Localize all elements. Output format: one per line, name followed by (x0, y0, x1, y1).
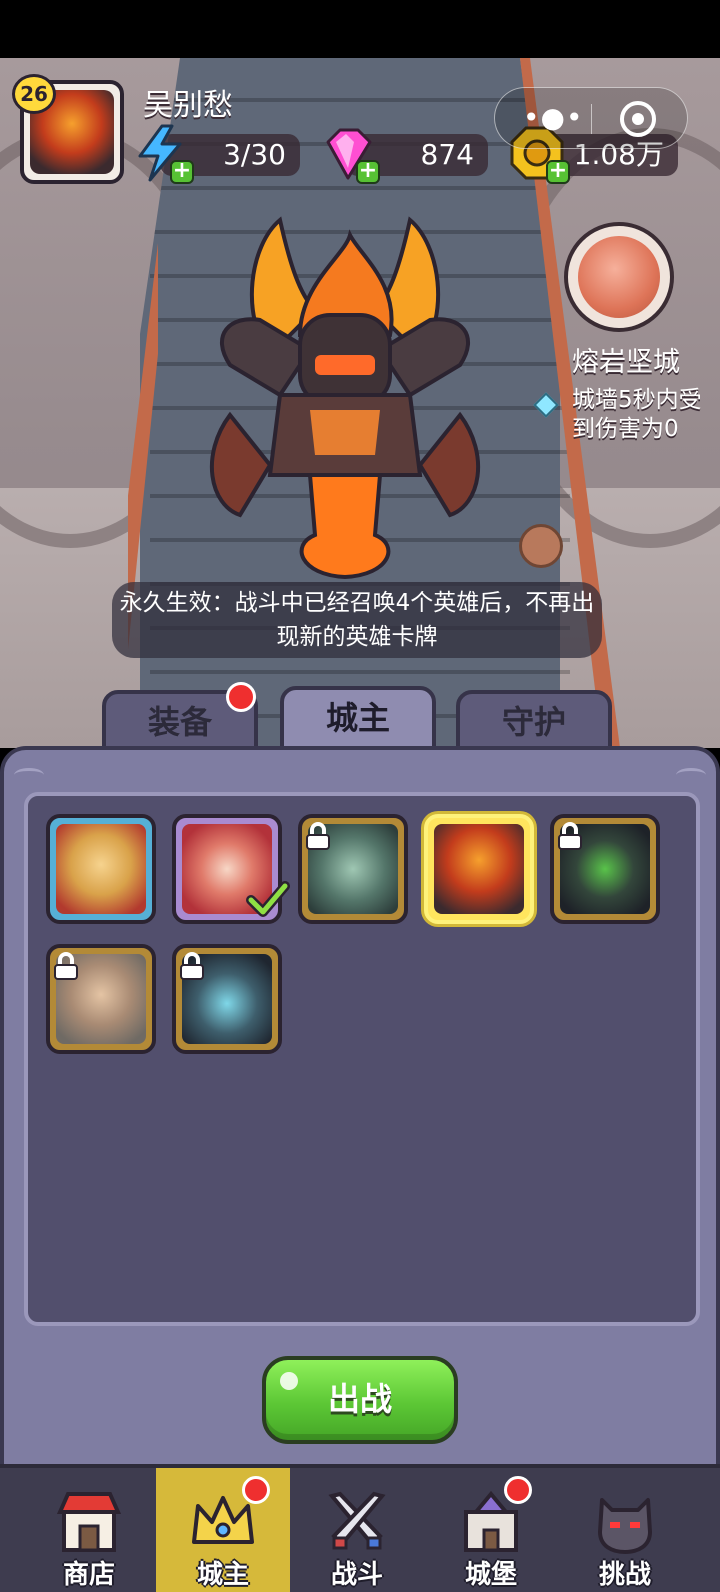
plus-icon: + (546, 160, 570, 184)
skill-medal[interactable] (564, 222, 674, 332)
nav-castle[interactable]: 城堡 (424, 1468, 558, 1592)
tab-label: 城主 (325, 699, 390, 737)
energy-value: 3/30 (223, 138, 286, 171)
hero-card-blonde-knight[interactable] (46, 814, 156, 924)
notification-dot (504, 1476, 532, 1504)
energy-add-button[interactable]: + (132, 124, 194, 184)
lava-lord-hero-art (209, 216, 481, 580)
panel-ornament-right (676, 768, 706, 782)
notification-dot (242, 1476, 270, 1504)
status-bar (0, 0, 720, 58)
game-screen: 26 吴别愁 3/30 + 874 + 1.08万 + •●• 熔岩坚城 城墙5… (0, 0, 720, 1592)
hero-card-lava-lord[interactable] (424, 814, 534, 924)
panel-ornament-left (14, 768, 44, 782)
gem-value: 874 (420, 138, 474, 171)
gem-add-button[interactable]: + (318, 124, 380, 184)
equipped-check-icon (246, 881, 290, 917)
hero-card-lich-king[interactable] (172, 944, 282, 1054)
lock-icon (54, 952, 78, 980)
hero-card-dark-hunter[interactable] (550, 814, 660, 924)
player-name: 吴别愁 (143, 88, 233, 123)
close-target-icon[interactable] (620, 101, 656, 137)
nav-lord[interactable]: 城主 (156, 1468, 290, 1592)
tab-label: 守护 (501, 703, 566, 741)
tab-label: 装备 (147, 703, 212, 741)
nav-label: 战斗 (330, 1560, 383, 1590)
nav-battle[interactable]: 战斗 (290, 1468, 424, 1592)
skill-description: 城墙5秒内受到伤害为0 (572, 387, 702, 442)
player-level-badge: 26 (12, 74, 56, 114)
mini-program-capsule: •●• (494, 87, 688, 149)
nav-label: 商店 (62, 1560, 115, 1590)
demon-helmet-icon (598, 1498, 652, 1554)
nav-label: 挑战 (598, 1560, 651, 1590)
plus-icon: + (356, 160, 380, 184)
capsule-divider (591, 104, 592, 134)
lock-icon (306, 822, 330, 850)
lock-icon (180, 952, 204, 980)
button-shine (280, 1372, 298, 1390)
lava-lord-portrait (434, 824, 524, 914)
nav-shop[interactable]: 商店 (22, 1468, 156, 1592)
crossed-swords-icon (328, 1491, 386, 1550)
nav-label: 城主 (196, 1560, 249, 1590)
more-icon[interactable]: •●• (523, 104, 583, 132)
hero-card-old-general[interactable] (46, 944, 156, 1054)
passive-token-icon[interactable] (519, 524, 563, 568)
skill-name: 熔岩坚城 (572, 347, 680, 378)
bottom-nav: 商店 城主 战斗 城堡 挑战 (0, 1464, 720, 1592)
shop-icon (56, 1492, 122, 1552)
shield-crack-icon (578, 236, 660, 318)
blonde-knight-portrait (56, 824, 146, 914)
permanent-effect-banner: 永久生效：战斗中已经召唤4个英雄后，不再出现新的英雄卡牌 (112, 582, 602, 658)
battle-button-label: 出战 (327, 1380, 392, 1418)
nav-label: 城堡 (464, 1560, 517, 1590)
battle-button[interactable]: 出战 (262, 1356, 458, 1444)
hero-card-green-elf[interactable] (298, 814, 408, 924)
lock-icon (558, 822, 582, 850)
nav-challenge[interactable]: 挑战 (558, 1468, 692, 1592)
notification-dot (226, 682, 256, 712)
plus-icon: + (170, 160, 194, 184)
